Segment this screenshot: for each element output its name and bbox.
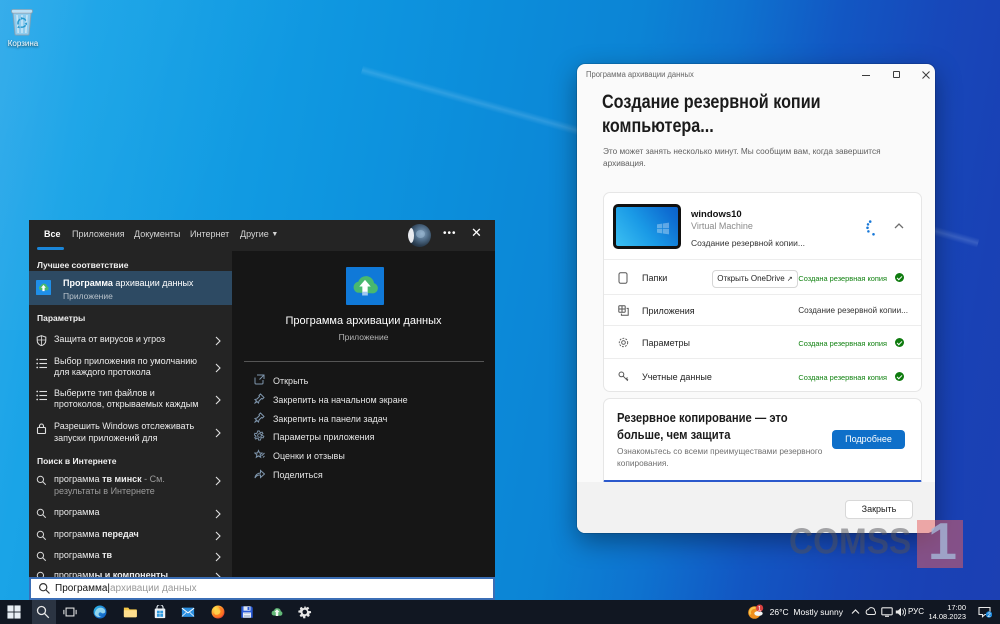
svg-text:2: 2 — [987, 612, 991, 618]
svg-text:1: 1 — [758, 606, 762, 613]
